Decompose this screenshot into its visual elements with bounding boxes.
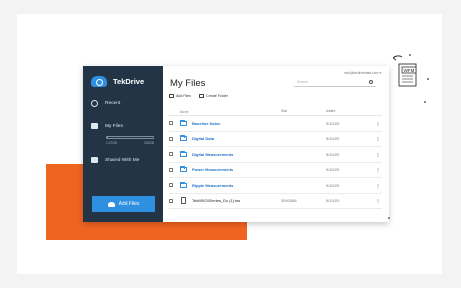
sidebar-item-my-files[interactable]: My Files xyxy=(91,123,123,129)
tekdrive-logo-icon xyxy=(91,76,107,87)
file-actions: Add Files Create Folder xyxy=(169,94,236,98)
more-icon[interactable]: ⋮ xyxy=(374,183,382,188)
row-checkbox[interactable] xyxy=(169,198,173,203)
row-checkbox[interactable] xyxy=(169,136,173,141)
create-folder-action[interactable]: Create Folder xyxy=(198,94,228,98)
add-files-action[interactable]: Add Files xyxy=(169,94,191,98)
more-icon[interactable]: ⋮ xyxy=(374,198,382,203)
table-row[interactable]: Ripple Measurements 9/10/20 ⋮ xyxy=(169,178,382,194)
storage-bar xyxy=(106,136,154,139)
more-icon[interactable]: ⋮ xyxy=(374,121,382,126)
row-checkbox[interactable] xyxy=(169,167,173,172)
storage-used: 1.57GB xyxy=(106,140,117,145)
sidebar-item-label: Recent xyxy=(105,101,121,106)
row-checkbox[interactable] xyxy=(169,121,173,126)
search-placeholder: Search xyxy=(297,80,308,84)
tekdrive-window: TekDrive Recent My Files 1.57GB 300GB Sh… xyxy=(83,66,389,222)
more-icon[interactable]: ⋮ xyxy=(374,136,382,141)
more-icon[interactable]: ⋮ xyxy=(374,152,382,157)
table-row[interactable]: Baseline Noise 9/10/20 ⋮ xyxy=(169,116,382,132)
app-name: TekDrive xyxy=(113,77,145,86)
sidebar-item-recent[interactable]: Recent xyxy=(91,100,120,107)
more-icon[interactable]: ⋮ xyxy=(374,167,382,172)
file-icon xyxy=(181,197,186,205)
file-added: 9/10/20 xyxy=(326,136,340,142)
chevron-down-icon: ▾ xyxy=(379,71,381,75)
column-added[interactable]: Added xyxy=(326,109,374,115)
plus-box-icon xyxy=(169,94,174,98)
storage-total: 300GB xyxy=(144,140,154,145)
file-name[interactable]: Baseline Noise xyxy=(192,121,220,126)
table-header: Name Size Added xyxy=(169,109,382,116)
file-added: 9/10/20 xyxy=(326,167,340,173)
column-size[interactable]: Size xyxy=(281,109,326,115)
add-files-button[interactable]: Add Files xyxy=(92,196,155,212)
file-added: 9/10/20 xyxy=(326,151,340,157)
folder-icon xyxy=(180,135,187,142)
add-files-label: Add Files xyxy=(118,201,140,207)
sidebar-item-label: Shared With Me xyxy=(105,157,140,163)
search-icon[interactable] xyxy=(369,80,373,84)
folder-icon xyxy=(180,166,187,173)
wfm-label: WFM xyxy=(404,68,415,73)
row-checkbox[interactable] xyxy=(169,152,173,157)
user-email: nick@tekdrivedata.com xyxy=(344,71,379,75)
file-name[interactable]: Digital Measurements xyxy=(192,152,233,157)
sidebar-item-shared[interactable]: Shared With Me xyxy=(91,157,139,163)
file-added: 9/10/20 xyxy=(326,182,340,188)
folder-plus-icon xyxy=(198,94,204,98)
create-folder-action-label: Create Folder xyxy=(205,94,228,98)
sparkle-dot xyxy=(409,54,411,56)
sidebar-item-label: My Files xyxy=(105,123,123,129)
sparkle-dot xyxy=(388,217,390,219)
column-name[interactable]: Name xyxy=(180,109,281,115)
search-input[interactable]: Search xyxy=(294,78,376,87)
sparkle-dot xyxy=(424,101,426,103)
folder-icon xyxy=(91,123,98,129)
row-checkbox[interactable] xyxy=(169,183,173,188)
table-row[interactable]: TekMSO5Series_Dc (1).tss 3593368 9/10/20 ⋮ xyxy=(169,194,382,209)
shared-folder-icon xyxy=(91,157,98,163)
file-name[interactable]: Digital Data xyxy=(192,136,214,141)
sidebar: TekDrive Recent My Files 1.57GB 300GB Sh… xyxy=(83,66,163,222)
cloud-upload-icon xyxy=(107,201,115,207)
file-added: 9/10/20 xyxy=(326,198,340,204)
storage-meter: 1.57GB 300GB xyxy=(106,136,154,145)
table-row[interactable]: Digital Data 9/10/20 ⋮ xyxy=(169,132,382,147)
wfm-file-icon: WFM xyxy=(393,55,417,87)
main-panel: nick@tekdrivedata.com ▾ My Files Search … xyxy=(163,66,389,222)
user-menu[interactable]: nick@tekdrivedata.com ▾ xyxy=(344,71,381,75)
file-name[interactable]: Ripple Measurements xyxy=(192,183,233,188)
clock-icon xyxy=(91,100,98,107)
table-row[interactable]: Digital Measurements 9/10/20 ⋮ xyxy=(169,147,382,163)
page-title: My Files xyxy=(170,78,206,89)
file-table: Name Size Added Baseline Noise 9/10/20 ⋮ Di… xyxy=(169,109,382,209)
file-name[interactable]: Power Measurements xyxy=(192,167,233,172)
folder-icon xyxy=(180,119,187,126)
sparkle-dot xyxy=(427,78,429,80)
file-added: 9/10/20 xyxy=(326,120,340,126)
logo[interactable]: TekDrive xyxy=(91,76,144,87)
add-files-action-label: Add Files xyxy=(176,94,191,98)
folder-icon xyxy=(180,181,187,188)
file-size: 3593368 xyxy=(281,198,297,204)
file-name[interactable]: TekMSO5Series_Dc (1).tss xyxy=(192,198,240,203)
folder-icon xyxy=(180,150,187,157)
table-row[interactable]: Power Measurements 9/10/20 ⋮ xyxy=(169,163,382,178)
